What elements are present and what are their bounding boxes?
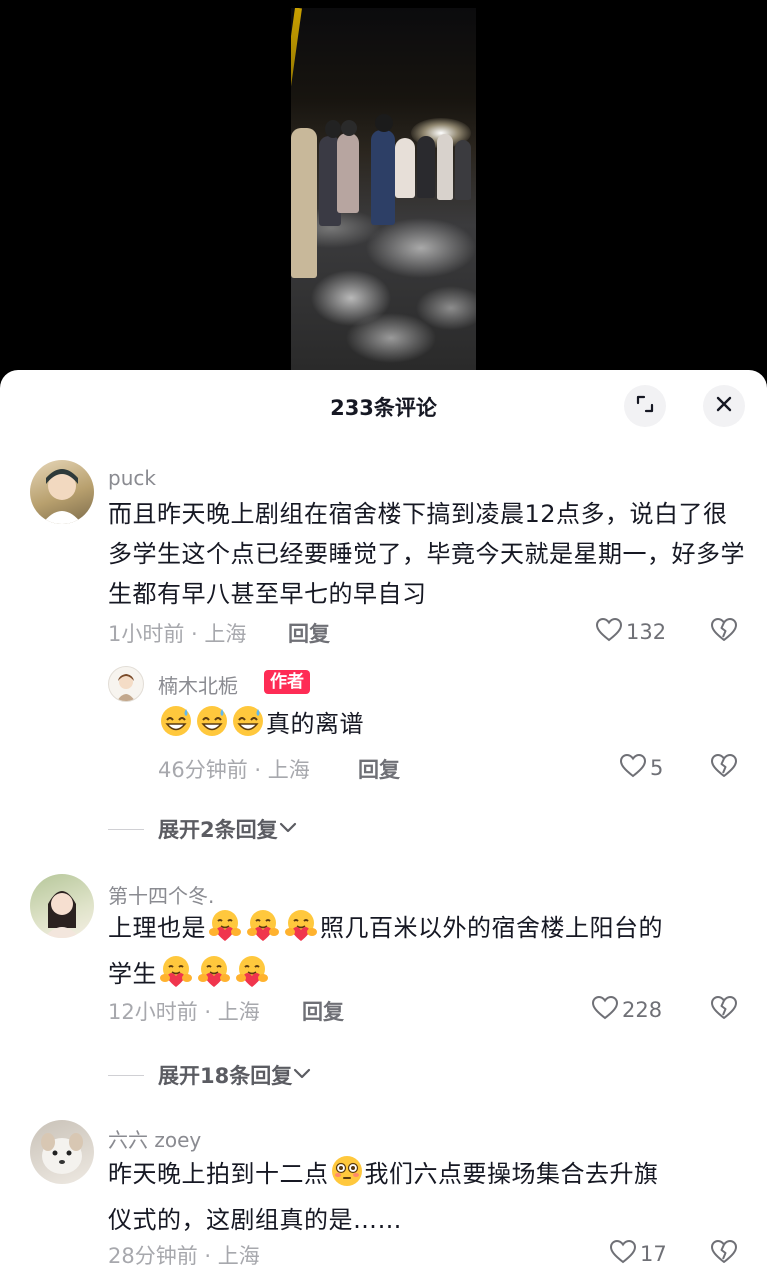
comment-text: 上理也是 照几百米以外的宿舍楼上阳台的学生 — [108, 908, 748, 1000]
crowd-person — [437, 134, 453, 200]
crowd-person — [455, 140, 471, 200]
sweat-grin-emoji — [159, 704, 193, 750]
broken-heart-icon — [711, 754, 737, 782]
expand-replies-button[interactable]: 展开2条回复 — [108, 814, 298, 844]
comment-text-part: 仪式的，这剧组真的是…… — [108, 1206, 402, 1234]
comment-username[interactable]: 六六 zoey — [108, 1124, 201, 1153]
avatar[interactable] — [30, 460, 94, 524]
heart-icon — [619, 753, 647, 782]
comment-meta: 12小时前 · 上海 — [108, 1000, 260, 1024]
reply-text-line: 真的离谱 — [158, 704, 364, 750]
sweat-grin-emoji — [195, 704, 229, 750]
expand-replies-label: 展开2条回复 — [158, 818, 278, 842]
hug-emoji — [234, 954, 270, 1000]
expand-sheet-button[interactable] — [624, 385, 666, 427]
comment-text: 而且昨天晚上剧组在宿舍楼下搞到凌晨12点多，说白了很多学生这个点已经要睡觉了，毕… — [108, 500, 745, 608]
avatar[interactable] — [30, 1120, 94, 1184]
like-button[interactable]: 228 — [591, 995, 663, 1024]
comment-meta: 28分钟前 · 上海 — [108, 1244, 260, 1268]
expand-icon — [635, 394, 655, 418]
close-sheet-button[interactable] — [703, 385, 745, 427]
comment-text-part: 照几百米以外的宿舍楼上阳台的 — [320, 914, 663, 942]
crowd-person — [291, 128, 317, 278]
crowd-person — [371, 130, 395, 225]
divider-line — [108, 828, 144, 830]
sweat-grin-emoji — [231, 704, 265, 750]
comment-text-part: 我们六点要操场集合去升旗 — [364, 1160, 659, 1188]
crowd-head — [341, 120, 357, 136]
reply-username[interactable]: 楠木北栀 — [158, 670, 238, 699]
crowd-head — [375, 114, 393, 132]
hug-emoji — [196, 954, 232, 1000]
like-button[interactable]: 17 — [609, 1239, 667, 1268]
hug-emoji — [207, 908, 243, 954]
crowd-person — [417, 136, 435, 198]
avatar[interactable] — [30, 874, 94, 938]
flushed-emoji — [330, 1154, 364, 1200]
comment-text-part: 上理也是 — [108, 914, 206, 942]
expand-replies-button[interactable]: 展开18条回复 — [108, 1060, 312, 1090]
crowd-head — [325, 120, 341, 138]
like-count: 5 — [650, 756, 664, 780]
dislike-button[interactable] — [711, 996, 737, 1024]
like-count: 132 — [626, 620, 667, 644]
comment-username[interactable]: puck — [108, 466, 156, 490]
divider-line — [108, 1074, 144, 1076]
reply-button[interactable]: 回复 — [288, 618, 330, 648]
reply-meta: 46分钟前 · 上海 — [158, 758, 310, 782]
dislike-button[interactable] — [711, 1240, 737, 1268]
crowd-person — [337, 133, 359, 213]
heart-icon — [595, 617, 623, 646]
video-player[interactable] — [0, 0, 767, 380]
reply-button[interactable]: 回复 — [358, 754, 400, 784]
heart-icon — [591, 995, 619, 1024]
like-button[interactable]: 5 — [619, 753, 664, 782]
comment-text-part: 学生 — [108, 960, 157, 988]
comment-username[interactable]: 第十四个冬. — [108, 880, 214, 909]
broken-heart-icon — [711, 618, 737, 646]
comment-sheet: 233条评论 puck 而且昨天晚上剧组在宿舍楼下搞到凌晨12点多，说白了很多学… — [0, 370, 767, 1280]
hug-emoji — [283, 908, 319, 954]
broken-heart-icon — [711, 1240, 737, 1268]
comment-text-part: 昨天晚上拍到十二点 — [108, 1160, 329, 1188]
reply-text: 真的离谱 — [266, 710, 364, 738]
chevron-down-icon — [292, 1066, 312, 1085]
dislike-button[interactable] — [711, 618, 737, 646]
like-button[interactable]: 132 — [595, 617, 667, 646]
hug-emoji — [245, 908, 281, 954]
comment-text: 昨天晚上拍到十二点 我们六点要操场集合去升旗仪式的，这剧组真的是…… — [108, 1154, 748, 1240]
video-frame — [291, 8, 476, 370]
comment-meta: 1小时前 · 上海 — [108, 622, 247, 646]
heart-icon — [609, 1239, 637, 1268]
chevron-down-icon — [278, 820, 298, 839]
broken-heart-icon — [711, 996, 737, 1024]
close-icon — [714, 394, 734, 418]
hug-emoji — [158, 954, 194, 1000]
expand-replies-label: 展开18条回复 — [158, 1064, 293, 1088]
author-badge: 作者 — [264, 670, 310, 694]
avatar[interactable] — [108, 666, 144, 702]
like-count: 17 — [640, 1242, 667, 1266]
reply-button[interactable]: 回复 — [302, 996, 344, 1026]
dislike-button[interactable] — [711, 754, 737, 782]
like-count: 228 — [622, 998, 663, 1022]
street-pole — [291, 8, 302, 128]
crowd-person — [395, 138, 415, 198]
